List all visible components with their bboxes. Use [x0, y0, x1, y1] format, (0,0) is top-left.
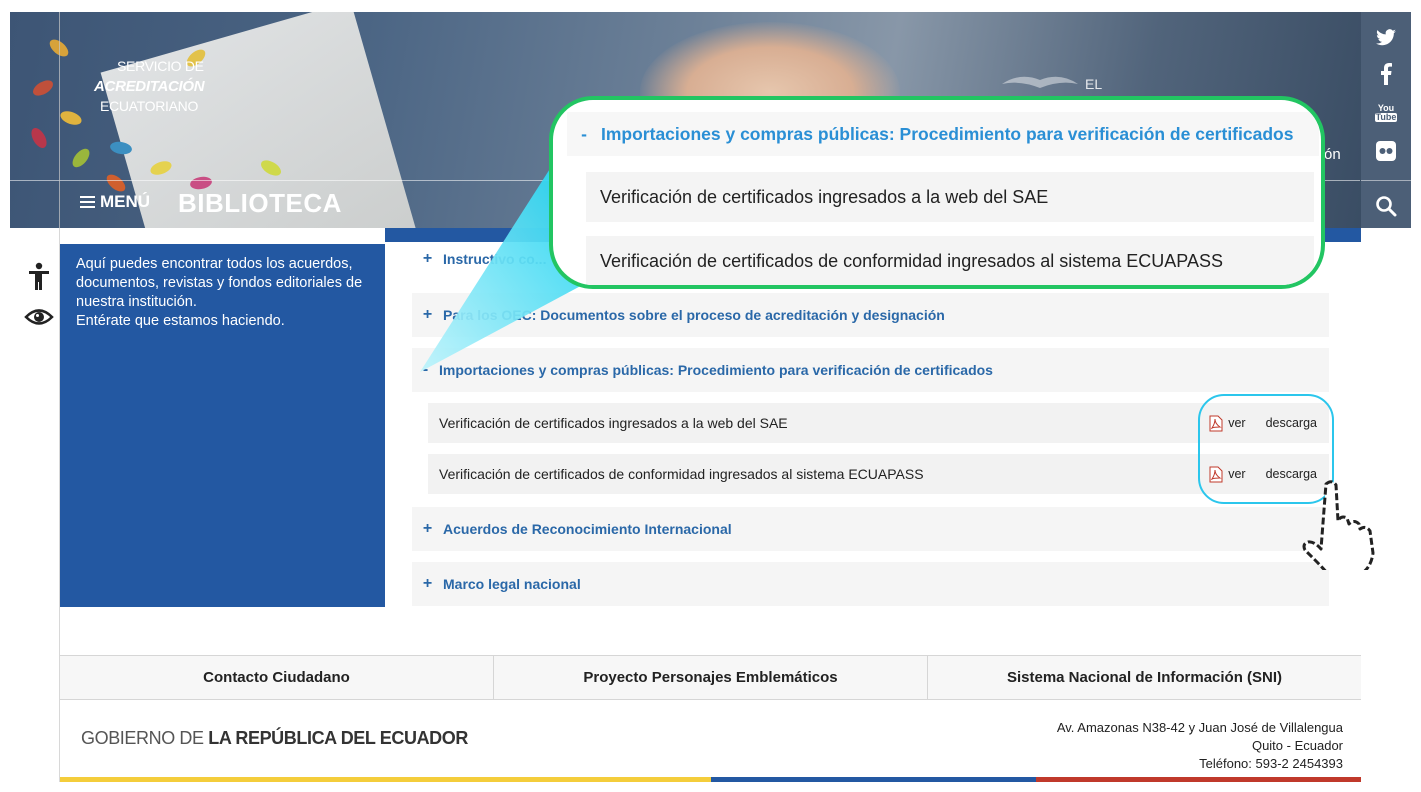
partial-nav-text: ón	[1324, 146, 1341, 163]
document-row: Verificación de certificados ingresados …	[428, 403, 1329, 443]
phone-line: Teléfono: 593-2 2454393	[1199, 756, 1343, 771]
accordion-item-oec[interactable]: + Para los OEC: Documentos sobre el proc…	[412, 293, 1329, 337]
accordion-label: Instructivo co...	[443, 251, 547, 267]
intro-panel: Aquí puedes encontrar todos los acuerdos…	[60, 244, 385, 607]
document-title: Verificación de certificados ingresados …	[439, 415, 788, 431]
callout-header: - Importaciones y compras públicas: Proc…	[567, 112, 1319, 156]
facebook-icon[interactable]	[1374, 62, 1398, 86]
accordion-label: Importaciones y compras públicas: Proced…	[439, 362, 993, 378]
gov-logo-prefix: GOBIERNO DE	[81, 728, 209, 748]
footer-link-contacto[interactable]: Contacto Ciudadano	[60, 656, 494, 699]
flag-red	[1036, 777, 1361, 782]
zoom-callout: - Importaciones y compras públicas: Proc…	[549, 96, 1325, 289]
callout-row: Verificación de certificados ingresados …	[586, 172, 1314, 222]
youtube-icon[interactable]: You Tube	[1374, 101, 1398, 125]
callout-row-label: Verificación de certificados ingresados …	[600, 186, 1049, 207]
footer-link-sni[interactable]: Sistema Nacional de Información (SNI)	[928, 656, 1361, 699]
condor-emblem-icon	[1002, 76, 1078, 88]
intro-text: Aquí puedes encontrar todos los acuerdos…	[76, 256, 363, 310]
address-line: Av. Amazonas N38-42 y Juan José de Villa…	[1056, 720, 1343, 735]
eye-contrast-icon[interactable]	[24, 302, 54, 332]
collapse-icon: -	[422, 361, 429, 378]
expand-icon: +	[422, 575, 433, 592]
accordion-label: Acuerdos de Reconocimiento Internacional	[443, 521, 732, 537]
document-title: Verificación de certificados de conformi…	[439, 466, 924, 482]
search-icon[interactable]	[1374, 194, 1398, 218]
social-divider	[1361, 180, 1411, 181]
flag-yellow	[60, 777, 711, 782]
brand-line-1: SERVICIO DE	[117, 58, 204, 74]
callout-row-label: Verificación de certificados de conformi…	[600, 250, 1223, 271]
expand-icon: +	[422, 520, 433, 537]
expand-icon: +	[422, 306, 433, 323]
accordion-item-acuerdos[interactable]: + Acuerdos de Reconocimiento Internacion…	[412, 507, 1329, 551]
address-block: Av. Amazonas N38-42 y Juan José de Villa…	[1057, 719, 1343, 773]
callout-row: Verificación de certificados de conformi…	[586, 236, 1314, 285]
accordion-label: Para los OEC: Documentos sobre el proces…	[443, 307, 945, 323]
flag-blue	[711, 777, 1036, 782]
hand-pointer-icon	[1302, 480, 1375, 570]
address-line: Quito - Ecuador	[1251, 738, 1343, 753]
collapse-icon: -	[581, 123, 587, 144]
flickr-icon[interactable]	[1374, 139, 1398, 163]
accordion-item-marco-legal[interactable]: + Marco legal nacional	[412, 562, 1329, 606]
accordion-item-importaciones[interactable]: - Importaciones y compras públicas: Proc…	[412, 348, 1329, 392]
flag-color-bar	[60, 777, 1361, 782]
callout-header-label: Importaciones y compras públicas: Proced…	[601, 123, 1294, 144]
hamburger-icon	[80, 193, 95, 211]
intro-text-secondary: Entérate que estamos haciendo.	[76, 313, 285, 329]
accessibility-icon[interactable]	[24, 262, 54, 292]
expand-icon: +	[422, 250, 433, 267]
accordion-label: Marco legal nacional	[443, 576, 581, 592]
footer-links: Contacto Ciudadano Proyecto Personajes E…	[60, 655, 1361, 700]
government-logo: GOBIERNO DE LA REPÚBLICA DEL ECUADOR	[81, 728, 468, 749]
document-row: Verificación de certificados de conformi…	[428, 454, 1329, 494]
menu-label: MENÚ	[100, 192, 151, 211]
page-title: BIBLIOTECA	[178, 188, 342, 218]
twitter-icon[interactable]	[1374, 26, 1398, 50]
gov-logo-bold: LA REPÚBLICA DEL ECUADOR	[208, 728, 468, 748]
social-bar: You Tube	[1361, 12, 1411, 228]
brand-line-2: ACREDITACIÓN	[94, 78, 205, 95]
footer-link-personajes[interactable]: Proyecto Personajes Emblemáticos	[494, 656, 928, 699]
emblem-text: EL	[1085, 76, 1103, 92]
brand-line-3: ECUATORIANO	[100, 98, 199, 114]
menu-button[interactable]: MENÚ	[80, 192, 150, 212]
